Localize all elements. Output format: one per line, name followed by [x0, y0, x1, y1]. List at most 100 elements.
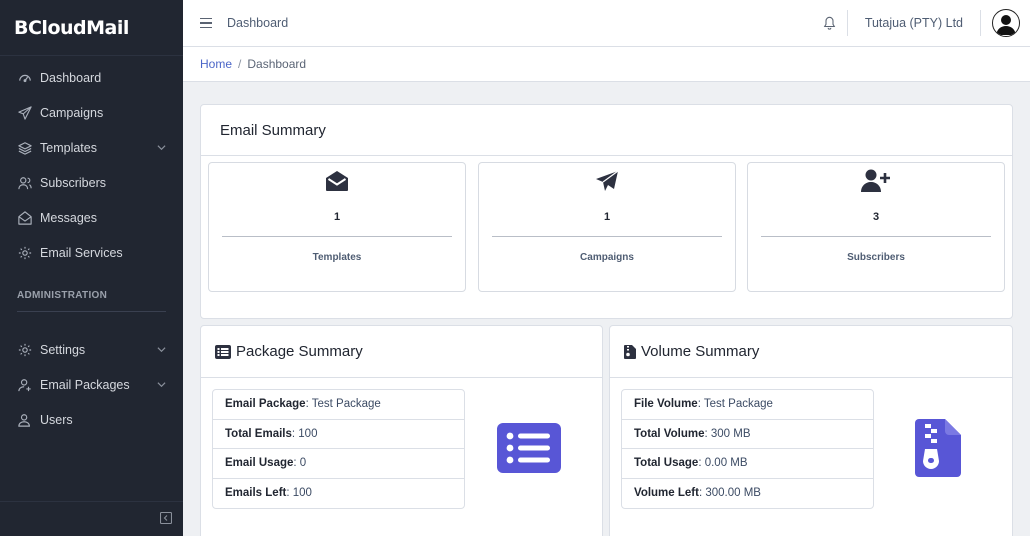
brand-name: BCloudMail [14, 16, 129, 39]
sidebar-item-label: Settings [40, 342, 86, 357]
top-header: Dashboard Tutajua (PTY) Ltd [183, 0, 1030, 47]
file-zipper-icon [624, 344, 636, 359]
sidebar-item-label: Campaigns [40, 105, 104, 120]
sidebar-item-label: Users [40, 412, 73, 427]
sidebar-item-label: Messages [40, 210, 97, 225]
sidebar-item-subscribers[interactable]: Subscribers [0, 165, 183, 200]
breadcrumb: Home / Dashboard [183, 47, 1030, 82]
sidebar-item-dashboard[interactable]: Dashboard [0, 60, 183, 95]
stat-divider [222, 236, 452, 237]
sidebar-item-templates[interactable]: Templates [0, 130, 183, 165]
info-value: : 0.00 MB [698, 457, 748, 470]
stat-value: 3 [872, 211, 880, 223]
list-item: Total Usage: 0.00 MB [622, 449, 873, 479]
bell-icon[interactable] [812, 16, 847, 30]
file-zipper-icon [915, 419, 961, 480]
info-value: : 300 MB [704, 427, 751, 440]
user-add-icon [17, 377, 33, 393]
info-key: Volume Left [634, 487, 699, 500]
header-divider [980, 10, 981, 36]
sidebar-item-label: Email Packages [40, 377, 130, 392]
info-key: File Volume [634, 398, 698, 411]
header-right: Tutajua (PTY) Ltd [812, 0, 1030, 46]
stat-templates[interactable]: 1 Templates [208, 162, 466, 292]
layers-icon [17, 140, 33, 156]
volume-summary-card: Volume Summary File Volume: Test Package… [609, 325, 1013, 536]
chevron-down-icon [157, 141, 166, 155]
breadcrumb-current: Dashboard [247, 57, 307, 71]
info-key: Total Volume [634, 427, 705, 440]
gear-icon [17, 342, 33, 358]
chevron-down-icon [157, 378, 166, 392]
sidebar-item-settings[interactable]: Settings [0, 332, 183, 367]
user-plus-icon [861, 168, 891, 194]
stat-label: Templates [312, 252, 362, 263]
hamburger-menu-icon[interactable] [200, 17, 212, 29]
card-title: Volume Summary [641, 343, 760, 360]
list-item: Total Volume: 300 MB [622, 420, 873, 449]
info-value: : 0 [293, 457, 307, 470]
stat-value: 1 [333, 211, 341, 223]
user-icon [17, 412, 33, 428]
sidebar: BCloudMail Dashboard Campaigns Templates [0, 0, 183, 536]
stat-value: 1 [603, 211, 611, 223]
card-header: Package Summary [201, 326, 602, 378]
sidebar-item-messages[interactable]: Messages [0, 200, 183, 235]
stat-subscribers[interactable]: 3 Subscribers [747, 162, 1005, 292]
stat-label: Subscribers [847, 252, 905, 263]
sidebar-item-label: Email Services [40, 245, 123, 260]
stat-divider [492, 236, 722, 237]
list-icon [497, 423, 561, 476]
sidebar-item-campaigns[interactable]: Campaigns [0, 95, 183, 130]
list-item: Email Package: Test Package [213, 390, 464, 420]
nav-section-title: ADMINISTRATION [17, 290, 108, 301]
info-key: Email Usage [225, 457, 294, 470]
gear-icon [17, 245, 33, 261]
volume-info-list: File Volume: Test Package Total Volume: … [621, 389, 874, 509]
sidebar-toggle-button[interactable] [0, 501, 183, 536]
info-key: Total Emails [225, 427, 292, 440]
paper-plane-icon [17, 105, 33, 121]
breadcrumb-separator: / [238, 57, 242, 71]
package-summary-card: Package Summary Email Package: Test Pack… [200, 325, 603, 536]
card-header: Volume Summary [610, 326, 1012, 378]
speedometer-icon [17, 70, 33, 86]
list-item: File Volume: Test Package [622, 390, 873, 420]
sidebar-nav: Dashboard Campaigns Templates Subscriber… [0, 56, 183, 437]
paper-plane-icon [595, 168, 619, 194]
avatar[interactable] [992, 9, 1020, 37]
sidebar-item-label: Templates [40, 140, 97, 155]
stat-campaigns[interactable]: 1 Campaigns [478, 162, 736, 292]
breadcrumb-home-link[interactable]: Home [200, 57, 232, 71]
collapse-sidebar-icon [159, 511, 173, 527]
info-value: : Test Package [697, 398, 773, 411]
info-value: : Test Package [305, 398, 381, 411]
info-value: : 100 [286, 487, 312, 500]
card-title: Package Summary [236, 343, 363, 360]
sidebar-item-email-packages[interactable]: Email Packages [0, 367, 183, 402]
sidebar-item-email-services[interactable]: Email Services [0, 235, 183, 270]
package-info-list: Email Package: Test Package Total Emails… [212, 389, 465, 509]
list-item: Emails Left: 100 [213, 479, 464, 509]
info-value: : 300.00 MB [698, 487, 761, 500]
envelope-open-icon [325, 168, 349, 194]
stat-label: Campaigns [580, 252, 634, 263]
card-title: Email Summary [201, 105, 1012, 156]
email-summary-card: Email Summary 1 Templates 1 Campaigns 3 … [200, 104, 1013, 319]
list-icon [215, 344, 231, 359]
stat-divider [761, 236, 991, 237]
list-item: Volume Left: 300.00 MB [622, 479, 873, 509]
company-name[interactable]: Tutajua (PTY) Ltd [848, 16, 980, 30]
sidebar-item-label: Subscribers [40, 175, 106, 190]
info-key: Total Usage [634, 457, 699, 470]
brand-logo[interactable]: BCloudMail [0, 0, 183, 56]
envelope-open-icon [17, 210, 33, 226]
list-item: Email Usage: 0 [213, 449, 464, 479]
info-value: : 100 [291, 427, 318, 440]
header-title[interactable]: Dashboard [227, 16, 288, 30]
info-key: Emails Left [225, 487, 287, 500]
chevron-down-icon [157, 343, 166, 357]
sidebar-item-users[interactable]: Users [0, 402, 183, 437]
sidebar-item-label: Dashboard [40, 70, 102, 85]
nav-divider [17, 311, 166, 312]
